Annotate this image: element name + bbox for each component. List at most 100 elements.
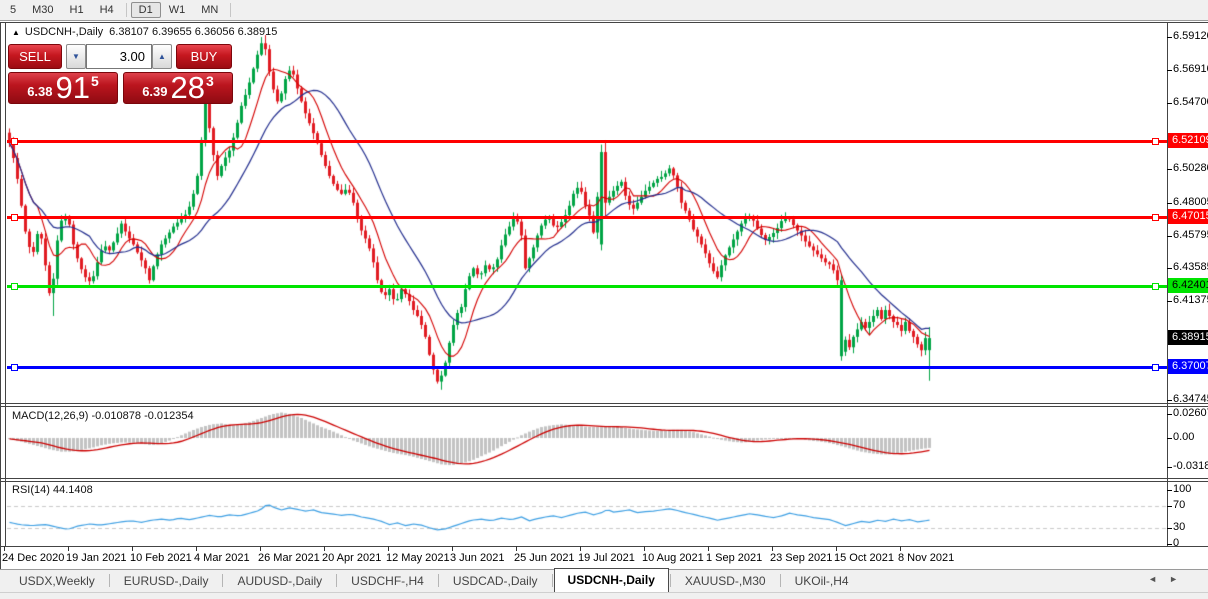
date-tick (196, 546, 197, 551)
chart-inner-left-border (5, 23, 6, 546)
date-tick (772, 546, 773, 551)
macd-tick (1167, 438, 1172, 439)
rsi-panel-bottom-border (0, 546, 1208, 547)
timeframe-button-D1[interactable]: D1 (130, 2, 161, 18)
toolbar-separator (125, 3, 127, 17)
price-tick-label: 6.43585 (1173, 261, 1208, 273)
support-line-6.37007-handle-left[interactable] (11, 364, 18, 371)
price-tag-6.38915: 6.38915 (1168, 330, 1208, 345)
price-tick (1167, 37, 1172, 38)
volume-increase-button[interactable]: ▲ (152, 44, 172, 69)
tab-separator (336, 574, 338, 587)
resistance-line-6.47015-handle-left[interactable] (11, 214, 18, 221)
bid-quote[interactable]: 6.38 91 5 (8, 72, 118, 104)
price-tick-label: 6.45795 (1173, 229, 1208, 241)
rsi-panel-top-border (0, 481, 1208, 482)
rsi-tick-label: 30 (1173, 521, 1186, 533)
price-tick (1167, 400, 1172, 401)
macd-tick (1167, 467, 1172, 468)
volume-decrease-button[interactable]: ▼ (66, 44, 86, 69)
ask-quote[interactable]: 6.39 28 3 (123, 72, 233, 104)
tab-scroll-arrows[interactable]: ◄► (1148, 574, 1190, 584)
support-line-6.42401[interactable] (7, 285, 1167, 288)
tab-separator (551, 574, 553, 587)
price-tick-label: 6.48005 (1173, 196, 1208, 208)
date-label: 25 Jun 2021 (514, 552, 575, 564)
resistance-line-6.47015-handle-right[interactable] (1152, 214, 1159, 221)
timeframe-button-5[interactable]: 5 (2, 2, 24, 18)
timeframe-button-M30[interactable]: M30 (24, 2, 61, 18)
chart-symbol-label: USDCNH-,Daily (24, 26, 104, 38)
sell-button[interactable]: SELL (8, 44, 62, 69)
chart-tab-AUDUSD-Daily[interactable]: AUDUSD-,Daily (224, 571, 335, 592)
chart-tab-bar: USDX,Weekly EURUSD-,Daily AUDUSD-,Daily USD… (0, 568, 1208, 592)
price-tick-label: 6.59120 (1173, 30, 1208, 42)
bid-price-prefix: 6.38 (27, 84, 53, 99)
chart-tab-USDCHF-H4[interactable]: USDCHF-,H4 (338, 571, 437, 592)
date-label: 12 May 2021 (386, 552, 450, 564)
timeframe-button-H4[interactable]: H4 (92, 2, 122, 18)
price-tag-6.47015: 6.47015 (1168, 209, 1208, 224)
price-tick (1167, 169, 1172, 170)
macd-panel-title: MACD(12,26,9) -0.010878 -0.012354 (12, 410, 194, 422)
price-tick (1167, 103, 1172, 104)
chart-tab-USDX-Weekly[interactable]: USDX,Weekly (6, 571, 108, 592)
resistance-line-6.52109[interactable] (7, 140, 1167, 143)
chart-window-left-border (0, 22, 1, 592)
bid-price-big: 91 (55, 70, 90, 105)
support-line-6.42401-handle-left[interactable] (11, 283, 18, 290)
timeframe-button-H1[interactable]: H1 (62, 2, 92, 18)
date-tick (836, 546, 837, 551)
main-macd-splitter[interactable] (0, 403, 1208, 404)
price-tick (1167, 268, 1172, 269)
date-tick (452, 546, 453, 551)
tab-scroll-right-icon[interactable]: ► (1169, 574, 1190, 584)
timeframe-button-W1[interactable]: W1 (161, 2, 194, 18)
buy-button[interactable]: BUY (176, 44, 232, 69)
ask-price-big: 28 (170, 70, 205, 105)
rsi-tick (1167, 490, 1172, 491)
macd-panel-top-border (0, 406, 1208, 407)
macd-rsi-splitter[interactable] (0, 478, 1208, 479)
support-line-6.42401-handle-right[interactable] (1152, 283, 1159, 290)
chart-tab-USDCAD-Daily[interactable]: USDCAD-,Daily (440, 571, 551, 592)
support-line-6.37007-handle-right[interactable] (1152, 364, 1159, 371)
price-tick-label: 6.34745 (1173, 393, 1208, 405)
price-tick-label: 6.56910 (1173, 63, 1208, 75)
collapse-arrow-icon[interactable]: ▲ (12, 28, 20, 37)
chart-tab-XAUUSD-M30[interactable]: XAUUSD-,M30 (672, 571, 779, 592)
tab-separator (108, 574, 110, 587)
date-label: 8 Nov 2021 (898, 552, 955, 564)
ask-price-pip: 3 (206, 73, 214, 89)
volume-input[interactable]: 3.00 (86, 44, 152, 69)
date-tick (4, 546, 5, 551)
resistance-line-6.52109-handle-right[interactable] (1152, 138, 1159, 145)
date-label: 24 Dec 2020 (2, 552, 65, 564)
rsi-tick-label: 0 (1173, 537, 1180, 549)
tab-separator (669, 574, 671, 587)
chart-tab-USDCNH-Daily[interactable]: USDCNH-,Daily (553, 568, 669, 592)
timeframe-button-MN[interactable]: MN (193, 2, 226, 18)
tab-separator (437, 574, 439, 587)
resistance-line-6.52109-handle-left[interactable] (11, 138, 18, 145)
macd-tick (1167, 414, 1172, 415)
ask-price-prefix: 6.39 (142, 84, 168, 99)
timeframe-toolbar[interactable]: 5 M30 H1 H4 D1 W1 MN (0, 0, 1208, 21)
rsi-tick (1167, 528, 1172, 529)
chart-tab-EURUSD-Daily[interactable]: EURUSD-,Daily (111, 571, 222, 592)
tab-scroll-left-icon[interactable]: ◄ (1148, 574, 1169, 584)
date-tick (644, 546, 645, 551)
price-tick (1167, 70, 1172, 71)
date-label: 10 Aug 2021 (642, 552, 704, 564)
chart-tab-UKOil-H4[interactable]: UKOil-,H4 (782, 571, 862, 592)
price-tick (1167, 236, 1172, 237)
resistance-line-6.47015[interactable] (7, 216, 1167, 219)
price-tick-label: 6.54700 (1173, 96, 1208, 108)
price-tag-6.37007: 6.37007 (1168, 359, 1208, 374)
support-line-6.37007[interactable] (7, 366, 1167, 369)
price-tag-6.42401: 6.42401 (1168, 278, 1208, 293)
macd-tick-label: 0.02607 (1173, 407, 1208, 419)
rsi-tick (1167, 544, 1172, 545)
date-tick (900, 546, 901, 551)
date-tick (516, 546, 517, 551)
